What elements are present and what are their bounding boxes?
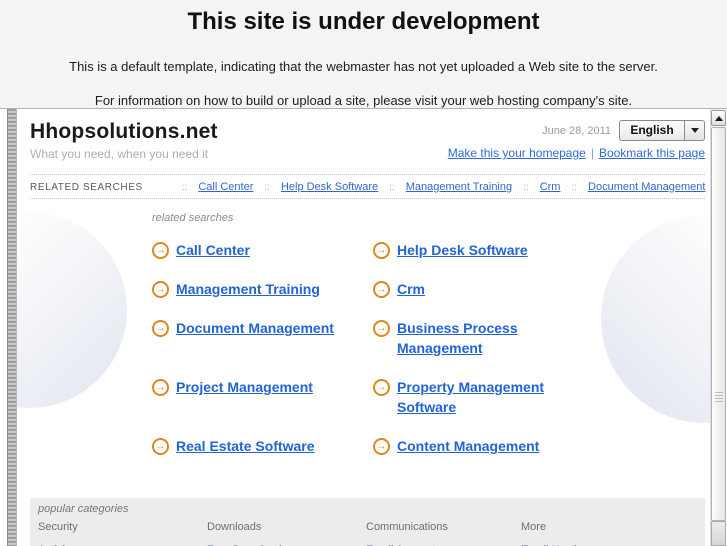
- scrollbar-grip-icon: [715, 392, 723, 404]
- link-row: → Project Management → Property Manageme…: [152, 377, 602, 436]
- list-item: → Crm: [373, 279, 594, 299]
- popular-categories-box: popular categories Security Downloads Co…: [30, 498, 705, 546]
- page-title: This site is under development: [187, 8, 540, 35]
- arrow-circle-icon: →: [373, 320, 390, 337]
- category-header-more: More: [521, 521, 547, 533]
- under-development-banner: This site is under development This is a…: [0, 0, 727, 108]
- related-searches-label: RELATED SEARCHES: [30, 181, 143, 193]
- window-edge-texture: [7, 109, 17, 546]
- list-item: → Business Process Management: [373, 318, 594, 358]
- bar-link-management-training[interactable]: Management Training: [406, 181, 512, 193]
- list-item: → Project Management: [152, 377, 373, 397]
- link-help-desk-software[interactable]: Help Desk Software: [397, 240, 528, 260]
- category-header-downloads: Downloads: [207, 521, 262, 533]
- link-call-center[interactable]: Call Center: [176, 240, 250, 260]
- arrow-circle-icon: →: [373, 242, 390, 259]
- banner-text-line1: This is a default template, indicating t…: [69, 59, 658, 74]
- link-row: → Management Training → Crm: [152, 279, 602, 318]
- arrow-circle-icon: →: [152, 379, 169, 396]
- bar-link-call-center[interactable]: Call Center: [198, 181, 253, 193]
- link-content-management[interactable]: Content Management: [397, 436, 539, 456]
- link-crm[interactable]: Crm: [397, 279, 425, 299]
- arrow-circle-icon: →: [373, 379, 390, 396]
- arrow-circle-icon: →: [373, 281, 390, 298]
- scroll-up-icon: [714, 115, 723, 121]
- link-property-management-software[interactable]: Property Management Software: [397, 377, 575, 417]
- language-select[interactable]: English: [619, 120, 705, 141]
- banner-text-line2: For information on how to build or uploa…: [94, 93, 633, 108]
- site-header: Hhopsolutions.net What you need, when yo…: [30, 120, 705, 161]
- separator: ::: [571, 181, 578, 193]
- make-homepage-link[interactable]: Make this your homepage: [448, 146, 586, 160]
- dropdown-arrow-icon[interactable]: [684, 121, 704, 140]
- bookmark-page-link[interactable]: Bookmark this page: [599, 146, 705, 160]
- link-document-management[interactable]: Document Management: [176, 318, 334, 338]
- category-header-communications: Communications: [366, 521, 448, 533]
- category-header-security: Security: [38, 521, 78, 533]
- list-item: → Real Estate Software: [152, 436, 373, 456]
- link-management-training[interactable]: Management Training: [176, 279, 320, 299]
- arrow-circle-icon: →: [152, 242, 169, 259]
- related-links-grid: → Call Center → Help Desk Software → Man…: [152, 240, 602, 475]
- list-item: → Property Management Software: [373, 377, 594, 417]
- parked-page-content: Hhopsolutions.net What you need, when yo…: [17, 109, 710, 546]
- popular-category-headers: Security Downloads Communications More: [38, 521, 705, 533]
- link-row: → Call Center → Help Desk Software: [152, 240, 602, 279]
- arrow-circle-icon: →: [373, 438, 390, 455]
- link-divider: |: [590, 146, 594, 160]
- arrow-circle-icon: →: [152, 320, 169, 337]
- list-item: → Content Management: [373, 436, 594, 456]
- bar-link-crm[interactable]: Crm: [540, 181, 561, 193]
- bar-link-help-desk-software[interactable]: Help Desk Software: [281, 181, 378, 193]
- related-searches-bar: RELATED SEARCHES :: Call Center :: Help …: [30, 174, 705, 199]
- parked-page-frame: Hhopsolutions.net What you need, when yo…: [0, 108, 727, 546]
- link-business-process-management[interactable]: Business Process Management: [397, 318, 575, 358]
- link-real-estate-software[interactable]: Real Estate Software: [176, 436, 315, 456]
- popular-categories-heading: popular categories: [38, 503, 129, 515]
- list-item: → Call Center: [152, 240, 373, 260]
- link-project-management[interactable]: Project Management: [176, 377, 313, 397]
- list-item: → Document Management: [152, 318, 373, 338]
- scrollbar-track-bottom[interactable]: [711, 521, 726, 546]
- vertical-scrollbar[interactable]: [710, 109, 726, 546]
- list-item: → Help Desk Software: [373, 240, 594, 260]
- site-name: Hhopsolutions.net: [30, 120, 218, 143]
- separator: ::: [264, 181, 270, 193]
- arrow-circle-icon: →: [152, 281, 169, 298]
- site-tagline: What you need, when you need it: [30, 147, 209, 161]
- scroll-up-button[interactable]: [711, 110, 726, 126]
- popular-category-links: Antivirus Free Downloads Email Account E…: [38, 540, 705, 546]
- arrow-circle-icon: →: [152, 438, 169, 455]
- link-row: → Real Estate Software → Content Managem…: [152, 436, 602, 475]
- date-label: June 28, 2011: [542, 124, 611, 137]
- scrollbar-thumb[interactable]: [711, 127, 726, 521]
- language-select-value: English: [630, 123, 674, 137]
- link-row: → Document Management → Business Process…: [152, 318, 602, 377]
- separator: ::: [389, 181, 395, 193]
- list-item: → Management Training: [152, 279, 373, 299]
- separator: ::: [523, 181, 529, 193]
- related-searches-heading: related searches: [152, 212, 234, 224]
- bar-link-document-management[interactable]: Document Management: [588, 181, 705, 193]
- separator: ::: [181, 181, 188, 193]
